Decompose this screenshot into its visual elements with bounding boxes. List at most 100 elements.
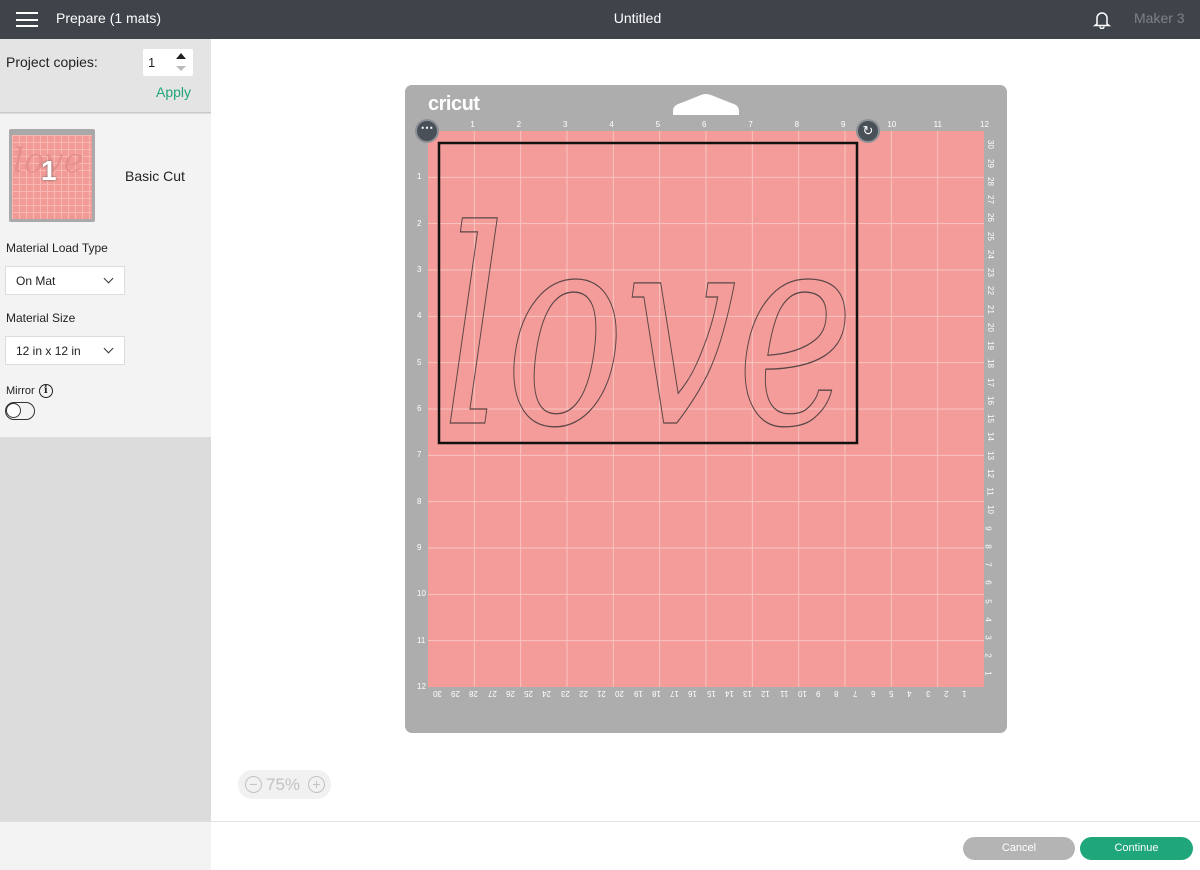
cutting-mat: cricut love 1 2 3 4 5 6 7 8 9 10 11 12 1 2 3 4 5 6 7 8 9 10 11… <box>405 85 1007 733</box>
ruler-label: 4 <box>983 617 993 622</box>
ruler-label: 5 <box>889 689 894 698</box>
ruler-label: 12 <box>417 682 426 691</box>
ruler-label: 8 <box>794 120 800 129</box>
ruler-label: 9 <box>816 689 821 698</box>
apply-button[interactable]: Apply <box>156 84 191 100</box>
ruler-label: 7 <box>983 562 993 567</box>
increment-icon[interactable] <box>176 53 186 59</box>
ruler-label: 14 <box>985 432 995 442</box>
bell-icon[interactable] <box>1093 10 1111 29</box>
info-icon[interactable]: i <box>38 384 53 398</box>
project-copies-input[interactable]: 1 <box>143 49 193 76</box>
ruler-label: 6 <box>983 580 993 585</box>
ruler-label: 17 <box>670 689 680 698</box>
continue-button[interactable]: Continue <box>1080 837 1193 860</box>
ruler-label: 27 <box>487 689 497 698</box>
ruler-label: 3 <box>983 635 993 640</box>
ruler-label: 2 <box>417 218 422 228</box>
ruler-label: 6 <box>702 120 707 129</box>
mat-name: Basic Cut <box>125 168 185 184</box>
chevron-down-icon <box>103 273 114 284</box>
ruler-label: 3 <box>563 120 568 129</box>
ruler-label: 11 <box>779 689 788 698</box>
mirror-label-row: Mirror i <box>6 384 53 398</box>
ruler-label: 10 <box>417 589 426 599</box>
mirror-toggle[interactable] <box>5 402 35 420</box>
ruler-label: 17 <box>985 377 995 387</box>
chevron-down-icon <box>103 343 114 354</box>
design-canvas: love <box>428 131 984 687</box>
ruler-label: 14 <box>724 689 734 698</box>
mat-notch <box>673 94 739 115</box>
cancel-button[interactable]: Cancel <box>963 837 1075 860</box>
more-options-icon[interactable]: ⋯ <box>415 119 439 143</box>
ruler-label: 28 <box>469 689 479 698</box>
ruler-label: 16 <box>985 395 995 405</box>
ruler-label: 7 <box>417 450 422 460</box>
ruler-label: 18 <box>985 359 995 369</box>
ruler-label: 9 <box>417 543 422 552</box>
ruler-label: 6 <box>417 404 422 413</box>
ruler-label: 19 <box>985 341 995 351</box>
mirror-label: Mirror <box>6 384 35 397</box>
ruler-label: 2 <box>516 120 522 129</box>
material-size-label: Material Size <box>6 311 76 325</box>
ruler-label: 6 <box>870 689 876 698</box>
ruler-label: 12 <box>985 468 995 478</box>
ruler-label: 4 <box>907 689 912 698</box>
zoom-level: 75% <box>266 775 301 794</box>
mat-thumbnail[interactable]: love 1 <box>9 129 95 222</box>
ruler-label: 1 <box>470 120 475 129</box>
ruler-label: 2 <box>983 653 993 658</box>
ruler-label: 25 <box>985 231 995 241</box>
material-load-type-select[interactable]: On Mat <box>5 266 125 295</box>
material-load-type-label: Material Load Type <box>6 241 108 255</box>
ruler-label: 1 <box>983 671 993 677</box>
ruler-label: 8 <box>834 689 839 698</box>
ruler-label: 12 <box>980 120 989 129</box>
ruler-label: 2 <box>943 689 949 698</box>
ruler-label: 1 <box>962 689 967 698</box>
footer-bar: Cancel Continue <box>211 821 1200 870</box>
ruler-label: 5 <box>417 357 422 367</box>
ruler-label: 30 <box>433 689 442 698</box>
zoom-in-icon[interactable]: + <box>308 776 325 793</box>
ruler-label: 21 <box>985 304 995 314</box>
sidebar-footer <box>0 821 211 870</box>
machine-selector[interactable]: Maker 3 <box>1134 10 1185 26</box>
ruler-label: 23 <box>560 689 570 698</box>
top-bar: Prepare (1 mats) Untitled Maker 3 <box>0 0 1200 39</box>
ruler-label: 22 <box>985 286 995 296</box>
mat-number: 1 <box>41 155 57 186</box>
decrement-icon[interactable] <box>176 66 186 71</box>
ruler-label: 7 <box>748 120 753 129</box>
material-size-select[interactable]: 12 in x 12 in <box>5 336 125 365</box>
ruler-label: 1 <box>417 172 422 182</box>
ruler-label: 27 <box>985 195 995 205</box>
ruler-label: 5 <box>983 598 993 604</box>
zoom-control: − 75% + <box>238 770 331 799</box>
zoom-out-icon[interactable]: − <box>245 776 262 793</box>
rotate-icon[interactable]: ↻ <box>856 119 880 143</box>
sidebar: Project copies: 1 Apply love 1 Basic Cut … <box>0 39 211 870</box>
love-design[interactable]: love <box>441 171 854 487</box>
mat-settings-panel: love 1 Basic Cut Material Load Type On Ma… <box>0 114 211 437</box>
ruler-label: 4 <box>609 120 614 129</box>
ruler-label: 11 <box>417 635 426 645</box>
ruler-label: 8 <box>417 496 422 506</box>
ruler-label: 3 <box>925 689 930 698</box>
ruler-label: 10 <box>887 120 897 129</box>
ruler-label: 5 <box>655 120 661 129</box>
mat-grid: love <box>428 131 984 687</box>
ruler-label: 15 <box>706 689 716 698</box>
ruler-label: 9 <box>983 525 993 531</box>
ruler-label: 9 <box>841 120 846 129</box>
ruler-label: 20 <box>985 322 995 332</box>
load-type-value: On Mat <box>16 274 56 288</box>
ruler-label: 26 <box>505 689 515 698</box>
cricut-logo: cricut <box>428 93 480 115</box>
ruler-label: 8 <box>983 544 993 549</box>
ruler-label: 23 <box>985 268 995 278</box>
ruler-label: 7 <box>852 689 857 698</box>
ruler-label: 13 <box>743 689 752 698</box>
